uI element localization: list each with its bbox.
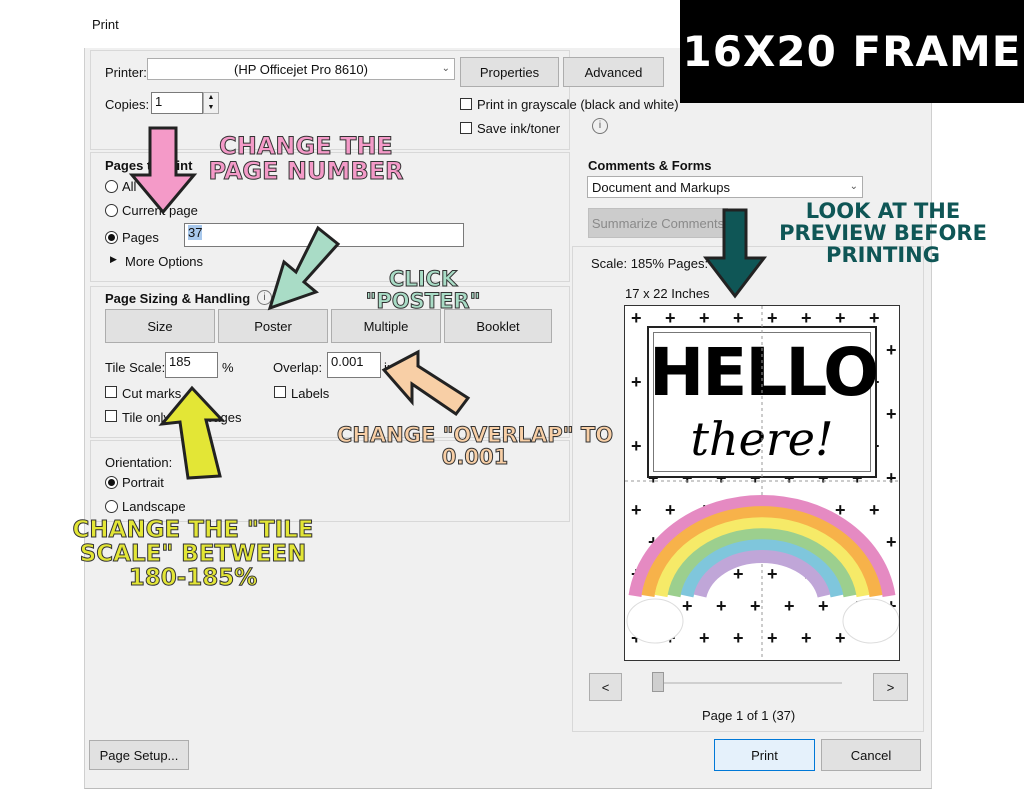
annotation-arrows [128, 126, 768, 480]
tile-scale-annotation: CHANGE THE "TILE SCALE" BETWEEN 180-185% [72, 517, 314, 592]
yellow-arrow [158, 385, 226, 480]
look-preview-annotation: LOOK AT THE PREVIEW BEFORE PRINTING [779, 199, 987, 268]
pink-arrow [128, 126, 198, 215]
click-poster-annotation: CLICK "POSTER" [365, 267, 481, 314]
overlap-annotation: CHANGE "OVERLAP" TO 0.001 [336, 423, 614, 470]
change-page-annotation: CHANGE THE PAGE NUMBER [208, 132, 404, 186]
peach-arrow [381, 349, 471, 417]
